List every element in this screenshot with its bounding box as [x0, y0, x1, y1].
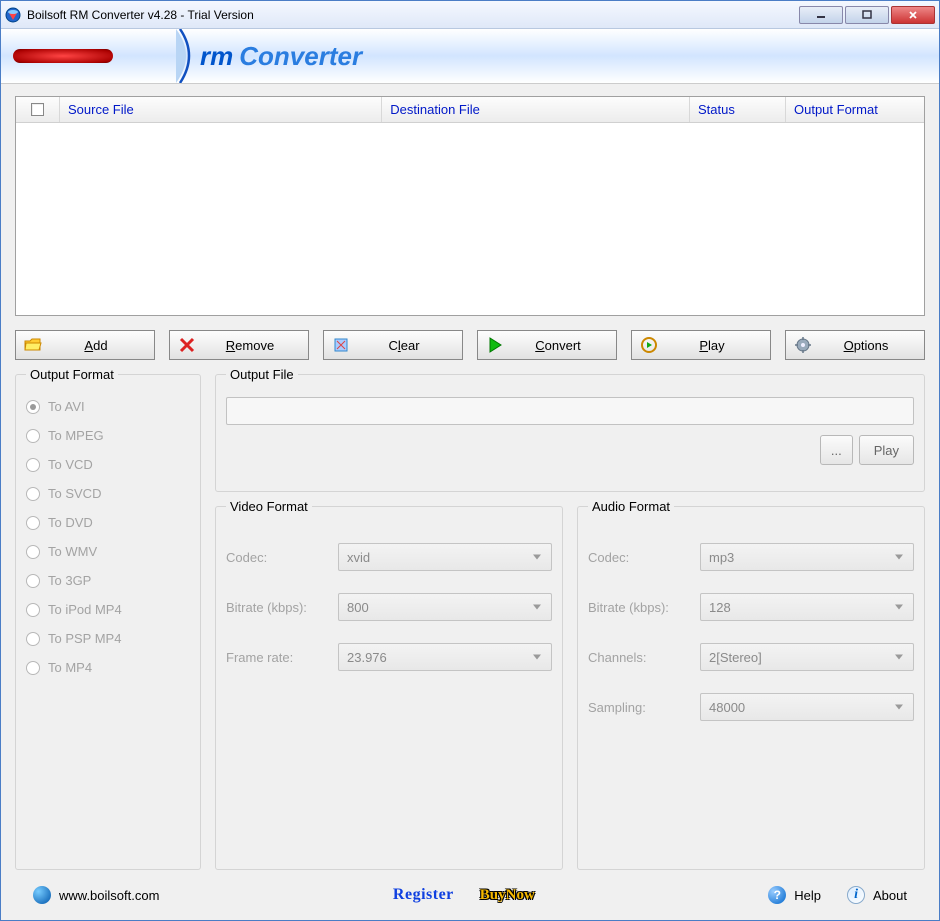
add-button[interactable]: Add — [15, 330, 155, 360]
radio-to-wmv[interactable]: To WMV — [26, 544, 190, 559]
close-button[interactable] — [891, 6, 935, 24]
radio-icon — [26, 661, 40, 675]
video-bitrate-label: Bitrate (kbps): — [226, 600, 338, 615]
audio-channels-combo[interactable]: 2[Stereo] — [700, 643, 914, 671]
radio-icon — [26, 458, 40, 472]
clear-label: Clear — [354, 338, 454, 353]
col-destination[interactable]: Destination File — [382, 97, 690, 122]
website-link[interactable]: www.boilsoft.com — [33, 886, 159, 904]
video-codec-combo[interactable]: xvid — [338, 543, 552, 571]
output-file-group: Output File ... Play — [215, 374, 925, 492]
output-play-button[interactable]: Play — [859, 435, 914, 465]
audio-sampling-combo[interactable]: 48000 — [700, 693, 914, 721]
output-file-field[interactable] — [226, 397, 914, 425]
output-file-title: Output File — [226, 367, 298, 382]
options-button[interactable]: Options — [785, 330, 925, 360]
folder-icon — [24, 336, 42, 354]
x-icon — [178, 336, 196, 354]
col-output-format[interactable]: Output Format — [786, 97, 924, 122]
toolbar: Add Remove Clear Convert Play Options — [15, 330, 925, 360]
radio-to-ipod-mp4[interactable]: To iPod MP4 — [26, 602, 190, 617]
video-bitrate-combo[interactable]: 800 — [338, 593, 552, 621]
banner-decoration — [1, 29, 181, 83]
audio-format-group: Audio Format Codec: mp3 Bitrate (kbps): … — [577, 506, 925, 870]
video-format-group: Video Format Codec: xvid Bitrate (kbps):… — [215, 506, 563, 870]
window-title: Boilsoft RM Converter v4.28 - Trial Vers… — [27, 8, 799, 22]
radio-to-svcd[interactable]: To SVCD — [26, 486, 190, 501]
audio-codec-label: Codec: — [588, 550, 700, 565]
col-checkbox[interactable] — [16, 97, 60, 122]
window-controls — [799, 6, 935, 24]
audio-format-title: Audio Format — [588, 499, 674, 514]
audio-bitrate-label: Bitrate (kbps): — [588, 600, 700, 615]
radio-to-vcd[interactable]: To VCD — [26, 457, 190, 472]
about-link[interactable]: i About — [847, 886, 907, 904]
file-list[interactable]: Source File Destination File Status Outp… — [15, 96, 925, 316]
banner-title: rmConverter — [200, 41, 362, 72]
browse-button[interactable]: ... — [820, 435, 853, 465]
format-radio-list: To AVI To MPEG To VCD To SVCD To DVD To … — [26, 399, 190, 675]
list-body[interactable] — [16, 123, 924, 315]
convert-button[interactable]: Convert — [477, 330, 617, 360]
audio-channels-label: Channels: — [588, 650, 700, 665]
radio-to-psp-mp4[interactable]: To PSP MP4 — [26, 631, 190, 646]
video-framerate-combo[interactable]: 23.976 — [338, 643, 552, 671]
clear-button[interactable]: Clear — [323, 330, 463, 360]
globe-icon — [33, 886, 51, 904]
radio-icon — [26, 574, 40, 588]
info-icon: i — [847, 886, 865, 904]
play-label: Play — [662, 338, 762, 353]
radio-icon — [26, 632, 40, 646]
radio-to-3gp[interactable]: To 3GP — [26, 573, 190, 588]
radio-icon — [26, 487, 40, 501]
video-codec-label: Codec: — [226, 550, 338, 565]
play-media-icon — [640, 336, 658, 354]
radio-to-dvd[interactable]: To DVD — [26, 515, 190, 530]
output-format-title: Output Format — [26, 367, 118, 382]
remove-label: Remove — [200, 338, 300, 353]
radio-icon — [26, 545, 40, 559]
remove-button[interactable]: Remove — [169, 330, 309, 360]
output-format-group: Output Format To AVI To MPEG To VCD To S… — [15, 374, 201, 870]
convert-label: Convert — [508, 338, 608, 353]
clear-icon — [332, 336, 350, 354]
select-all-checkbox[interactable] — [31, 103, 44, 116]
radio-icon — [26, 516, 40, 530]
radio-icon — [26, 400, 40, 414]
audio-codec-combo[interactable]: mp3 — [700, 543, 914, 571]
app-window: Boilsoft RM Converter v4.28 - Trial Vers… — [0, 0, 940, 921]
radio-icon — [26, 429, 40, 443]
radio-to-mpeg[interactable]: To MPEG — [26, 428, 190, 443]
app-icon — [5, 7, 21, 23]
radio-to-mp4[interactable]: To MP4 — [26, 660, 190, 675]
maximize-button[interactable] — [845, 6, 889, 24]
list-header: Source File Destination File Status Outp… — [16, 97, 924, 123]
col-status[interactable]: Status — [690, 97, 786, 122]
play-green-icon — [486, 336, 504, 354]
buynow-link[interactable]: BuyNow — [480, 887, 535, 904]
radio-icon — [26, 603, 40, 617]
titlebar: Boilsoft RM Converter v4.28 - Trial Vers… — [1, 1, 939, 29]
minimize-button[interactable] — [799, 6, 843, 24]
video-format-title: Video Format — [226, 499, 312, 514]
play-button[interactable]: Play — [631, 330, 771, 360]
video-framerate-label: Frame rate: — [226, 650, 338, 665]
help-link[interactable]: ? Help — [768, 886, 821, 904]
audio-bitrate-combo[interactable]: 128 — [700, 593, 914, 621]
gear-icon — [794, 336, 812, 354]
register-link[interactable]: Register — [393, 886, 454, 904]
add-label: Add — [46, 338, 146, 353]
col-source[interactable]: Source File — [60, 97, 382, 122]
banner: rmConverter — [1, 29, 939, 84]
options-label: Options — [816, 338, 916, 353]
audio-sampling-label: Sampling: — [588, 700, 700, 715]
footer: www.boilsoft.com Register BuyNow ? Help … — [15, 870, 925, 920]
radio-to-avi[interactable]: To AVI — [26, 399, 190, 414]
help-icon: ? — [768, 886, 786, 904]
